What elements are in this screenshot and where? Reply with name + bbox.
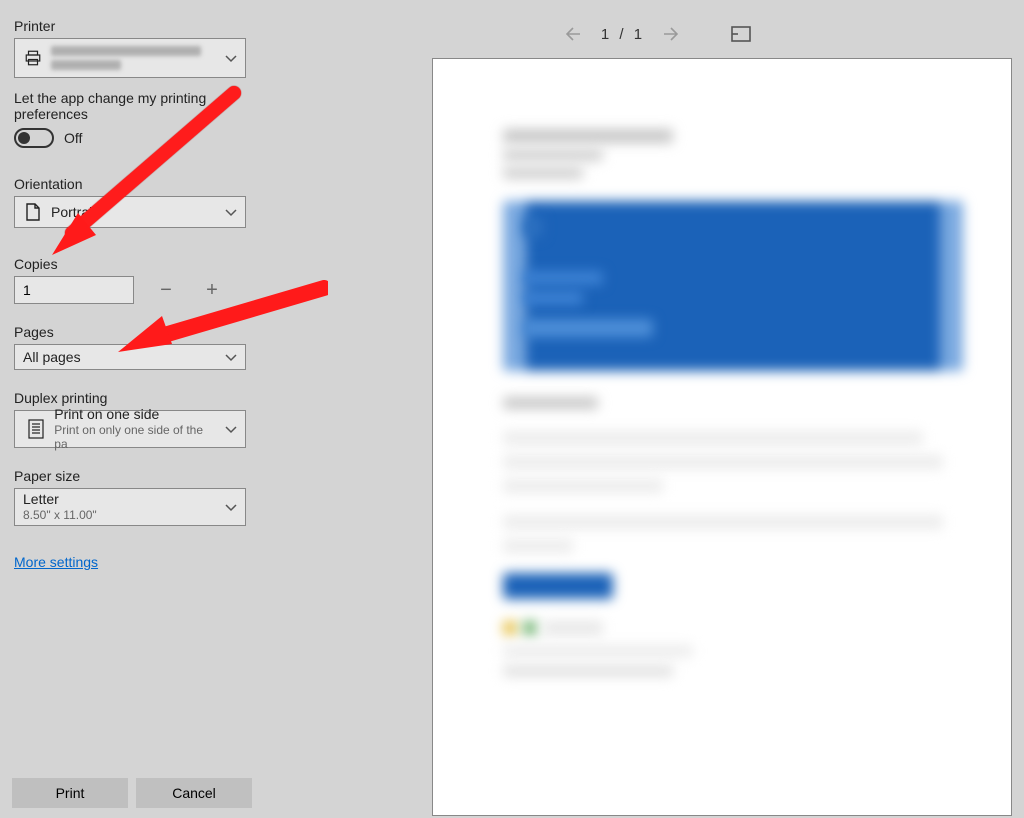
chevron-down-icon [225,204,237,220]
app-change-label: Let the app change my printing preferenc… [14,90,276,122]
copies-input[interactable] [14,276,134,304]
printer-label: Printer [14,18,276,34]
duplex-value-secondary: Print on only one side of the pa [54,423,215,452]
page-indicator: 1 / 1 [601,26,643,43]
paper-size-dropdown[interactable]: Letter 8.50" x 11.00" [14,488,246,526]
print-settings-panel: Printer Let the app change my printing p… [0,0,290,818]
fit-to-page-icon[interactable] [731,26,751,42]
copies-increment[interactable]: + [198,276,226,304]
prev-page-button[interactable] [563,24,583,44]
printer-icon [23,49,43,67]
duplex-value-primary: Print on one side [54,406,215,423]
next-page-button[interactable] [661,24,681,44]
pages-value: All pages [23,349,81,365]
duplex-icon [23,418,48,440]
orientation-value: Portrait [51,204,96,220]
duplex-dropdown[interactable]: Print on one side Print on only one side… [14,410,246,448]
pages-dropdown[interactable]: All pages [14,344,246,370]
copies-label: Copies [14,256,276,272]
preview-area: 1 / 1 [290,0,1024,818]
duplex-label: Duplex printing [14,390,276,406]
cancel-button[interactable]: Cancel [136,778,252,808]
paper-value-secondary: 8.50" x 11.00" [23,508,97,522]
pages-label: Pages [14,324,276,340]
chevron-down-icon [225,499,237,515]
app-change-state: Off [64,130,82,146]
chevron-down-icon [225,421,237,437]
copies-decrement[interactable]: − [152,276,180,304]
print-button[interactable]: Print [12,778,128,808]
page-portrait-icon [23,203,43,221]
chevron-down-icon [225,349,237,365]
orientation-dropdown[interactable]: Portrait [14,196,246,228]
paper-size-label: Paper size [14,468,276,484]
more-settings-link[interactable]: More settings [14,554,98,570]
printer-dropdown[interactable] [14,38,246,78]
paper-value-primary: Letter [23,491,97,508]
preview-page [432,58,1012,816]
chevron-down-icon [225,50,237,66]
preview-toolbar: 1 / 1 [290,18,1024,50]
orientation-label: Orientation [14,176,276,192]
app-change-toggle[interactable] [14,128,54,148]
